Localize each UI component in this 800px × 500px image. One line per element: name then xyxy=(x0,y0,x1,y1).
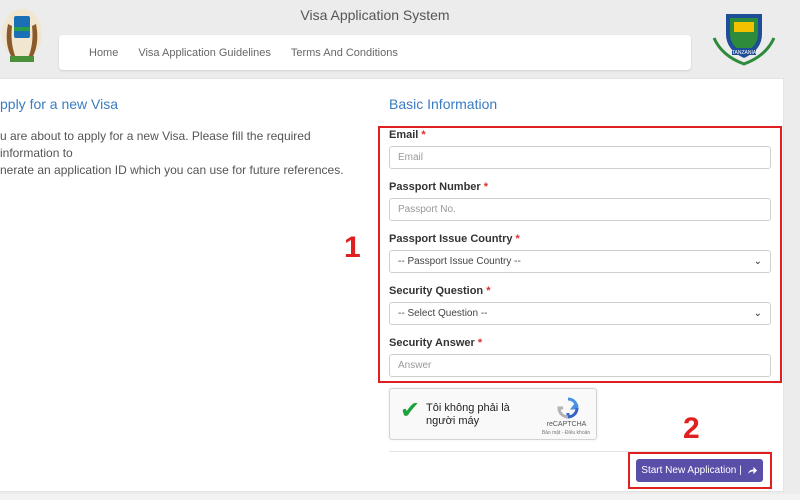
email-label: Email * xyxy=(389,129,426,141)
check-icon[interactable]: ✔ xyxy=(400,399,420,423)
apply-description-line-2: nerate an application ID which you can u… xyxy=(0,163,344,177)
start-new-application-button[interactable]: Start New Application | xyxy=(636,459,763,482)
apply-title: pply for a new Visa xyxy=(0,96,119,112)
nav-home[interactable]: Home xyxy=(89,47,118,59)
chevron-down-icon: ⌄ xyxy=(753,308,762,319)
security-question-select[interactable]: -- Select Question -- ⌄ xyxy=(389,302,771,325)
footer-strip xyxy=(0,494,800,500)
recaptcha-brand: reCAPTCHA xyxy=(546,421,587,428)
chevron-down-icon: ⌄ xyxy=(753,256,762,267)
app-title: Visa Application System xyxy=(300,7,450,23)
security-answer-field[interactable] xyxy=(389,354,771,377)
passport-number-field[interactable] xyxy=(389,198,771,221)
immigration-logo-text: TANZANIA xyxy=(732,50,757,56)
apply-description-line-1: u are about to apply for a new Visa. Ple… xyxy=(0,129,311,160)
passport-country-value: -- Passport Issue Country -- xyxy=(398,256,521,267)
passport-country-select[interactable]: -- Passport Issue Country -- ⌄ xyxy=(389,250,771,273)
annotation-number-1: 1 xyxy=(344,231,361,264)
basic-information-title: Basic Information xyxy=(389,96,498,112)
passport-country-label: Passport Issue Country * xyxy=(389,233,520,245)
annotation-number-2: 2 xyxy=(683,412,700,445)
passport-number-label: Passport Number * xyxy=(389,181,489,193)
recaptcha-label: Tôi không phải là người máy xyxy=(426,402,510,427)
security-question-label: Security Question * xyxy=(389,285,491,297)
nav-terms[interactable]: Terms And Conditions xyxy=(291,47,398,59)
recaptcha-logo-icon xyxy=(557,397,579,419)
nav-visa-guidelines[interactable]: Visa Application Guidelines xyxy=(138,47,271,59)
share-icon xyxy=(747,466,757,475)
email-field[interactable] xyxy=(389,146,771,169)
apply-description: u are about to apply for a new Visa. Ple… xyxy=(0,128,362,179)
security-question-value: -- Select Question -- xyxy=(398,308,488,319)
top-navbar: Home Visa Application Guidelines Terms A… xyxy=(59,35,691,70)
recaptcha-widget[interactable]: ✔ Tôi không phải là người máy reCAPTCHA … xyxy=(389,388,597,440)
security-answer-label: Security Answer * xyxy=(389,337,483,349)
immigration-logo: TANZANIA xyxy=(712,14,776,66)
start-new-application-label: Start New Application | xyxy=(641,465,742,476)
recaptcha-links[interactable]: Bảo mật - Điều khoản xyxy=(536,430,596,436)
